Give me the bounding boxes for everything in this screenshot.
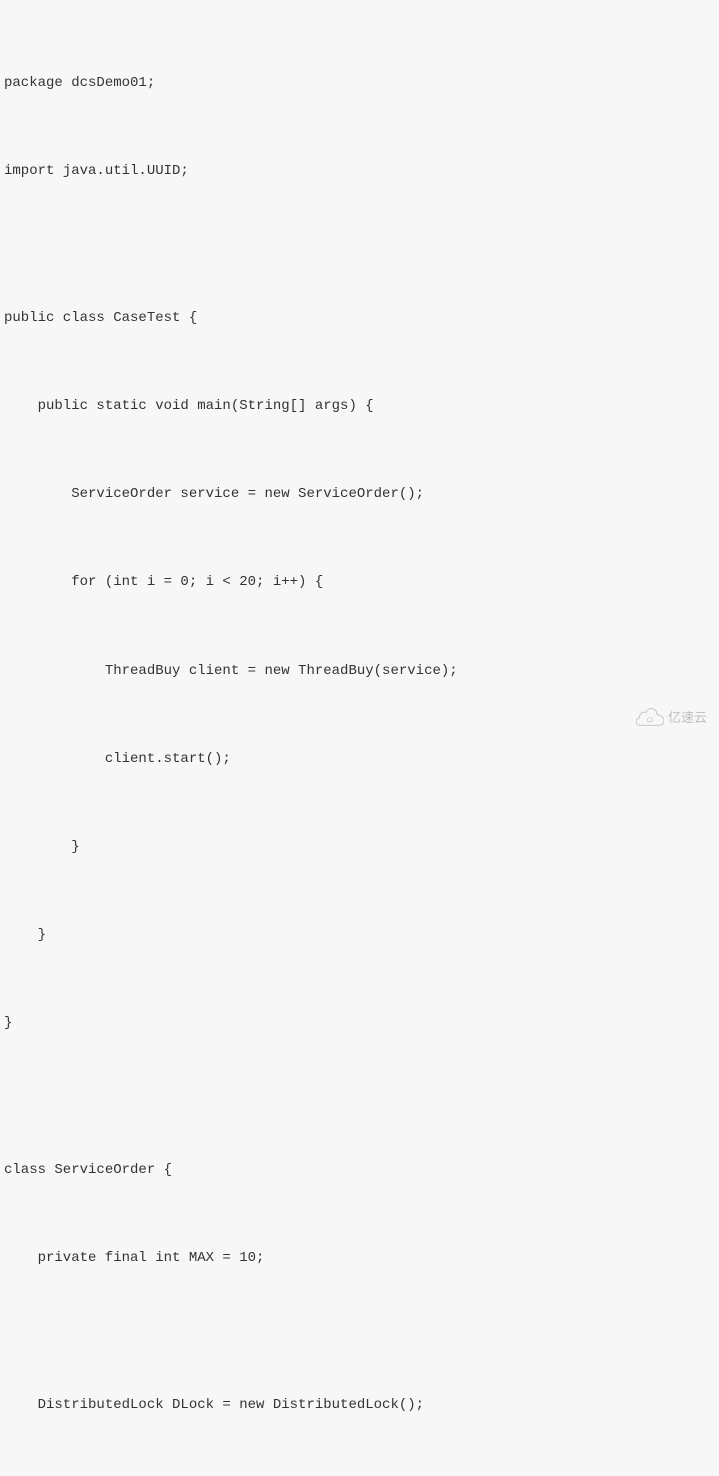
watermark-text: 亿速云	[668, 707, 707, 726]
code-line: class ServiceOrder {	[4, 1156, 715, 1185]
code-block: package dcsDemo01; import java.util.UUID…	[0, 0, 719, 1476]
code-line: package dcsDemo01;	[4, 69, 715, 98]
code-line: public static void main(String[] args) {	[4, 392, 715, 421]
code-line: client.start();	[4, 745, 715, 774]
code-line: for (int i = 0; i < 20; i++) {	[4, 568, 715, 597]
code-line: }	[4, 833, 715, 862]
code-line: private final int MAX = 10;	[4, 1244, 715, 1273]
code-line: }	[4, 921, 715, 950]
code-line: import java.util.UUID;	[4, 157, 715, 186]
code-line: }	[4, 1009, 715, 1038]
watermark: 亿速云	[636, 707, 707, 726]
code-line: DistributedLock DLock = new DistributedL…	[4, 1391, 715, 1420]
code-line: public class CaseTest {	[4, 304, 715, 333]
cloud-icon	[636, 708, 664, 726]
code-line: ServiceOrder service = new ServiceOrder(…	[4, 480, 715, 509]
code-line: ThreadBuy client = new ThreadBuy(service…	[4, 657, 715, 686]
